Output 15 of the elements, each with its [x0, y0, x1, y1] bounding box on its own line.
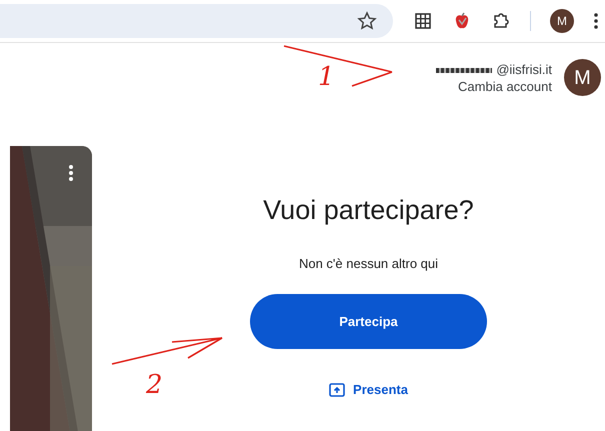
account-avatar[interactable]: M [564, 59, 601, 96]
annotation-number: 2 [146, 372, 163, 398]
switch-account-link[interactable]: Cambia account [436, 78, 552, 94]
star-icon[interactable] [357, 11, 377, 31]
status-text: Non c'è nessun altro qui [298, 255, 438, 274]
more-options-icon[interactable] [68, 164, 74, 182]
present-button[interactable]: Presenta [323, 378, 414, 400]
menu-icon[interactable] [593, 12, 599, 30]
account-email: @iisfrisi.it [496, 62, 552, 76]
grid-icon[interactable] [413, 11, 433, 31]
profile-avatar[interactable]: M [550, 9, 574, 33]
present-icon [329, 382, 346, 397]
annotation-number: 1 [318, 64, 335, 90]
join-title: Vuoi partecipare? [263, 194, 474, 226]
join-button[interactable]: Partecipa [250, 294, 487, 349]
